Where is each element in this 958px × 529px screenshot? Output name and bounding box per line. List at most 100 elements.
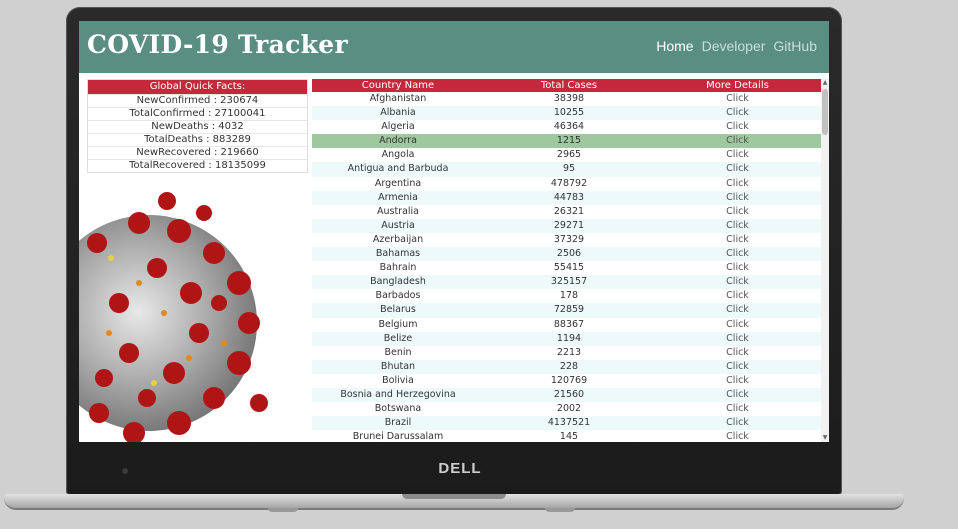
facts-header: Global Quick Facts:	[88, 80, 307, 94]
total-cases-cell: 55415	[553, 262, 585, 274]
total-cases-cell: 44783	[553, 191, 585, 203]
details-link[interactable]: Click	[654, 233, 821, 247]
table-row[interactable]: Afghanistan 38398 Click	[312, 92, 821, 107]
details-link[interactable]: Click	[654, 148, 821, 162]
table-row[interactable]: Armenia 44783 Click	[312, 190, 821, 205]
table-row[interactable]: Bahamas 2506 Click	[312, 247, 821, 262]
country-name-cell: Belarus	[380, 304, 416, 316]
scroll-thumb[interactable]	[822, 89, 828, 135]
table-row[interactable]: Argentina 478792 Click	[312, 176, 821, 191]
col-country-name[interactable]: Country Name	[312, 79, 484, 92]
country-name-cell: Armenia	[378, 191, 418, 203]
details-link[interactable]: Click	[654, 402, 821, 416]
total-cases-cell: 38398	[553, 93, 585, 104]
table-scrollbar[interactable]: ▲ ▼	[821, 79, 829, 442]
table-row[interactable]: Brazil 4137521 Click	[312, 416, 821, 431]
fact-total-confirmed: TotalConfirmed : 27100041	[88, 107, 307, 120]
page-title: COVID-19 Tracker	[87, 30, 348, 59]
details-link[interactable]: Click	[654, 177, 821, 191]
details-link[interactable]: Click	[654, 388, 821, 402]
table-row[interactable]: Bosnia and Herzegovina 21560 Click	[312, 387, 821, 403]
browser-viewport: COVID-19 Tracker Home Developer GitHub G…	[79, 21, 829, 442]
scroll-up-icon[interactable]: ▲	[821, 79, 829, 87]
details-link[interactable]: Click	[654, 332, 821, 346]
table-row[interactable]: Angola 2965 Click	[312, 148, 821, 163]
table-row[interactable]: Benin 2213 Click	[312, 345, 821, 360]
table-row[interactable]: Belize 1194 Click	[312, 331, 821, 346]
total-cases-cell: 2002	[556, 403, 582, 415]
country-name-cell: Barbados	[375, 290, 421, 302]
table-row[interactable]: Albania 10255 Click	[312, 106, 821, 121]
country-name-cell: Bhutan	[380, 360, 416, 372]
nav-github[interactable]: GitHub	[773, 38, 817, 54]
scroll-down-icon[interactable]: ▼	[821, 434, 829, 442]
total-cases-cell: 10255	[553, 107, 585, 119]
details-link[interactable]: Click	[654, 162, 821, 176]
details-link[interactable]: Click	[654, 289, 821, 303]
total-cases-cell: 4137521	[547, 417, 591, 429]
table-row[interactable]: Barbados 178 Click	[312, 289, 821, 304]
details-link[interactable]: Click	[654, 360, 821, 374]
details-link[interactable]: Click	[654, 318, 821, 332]
table-row[interactable]: Algeria 46364 Click	[312, 120, 821, 135]
total-cases-cell: 120769	[550, 374, 588, 386]
country-name-cell: Angola	[381, 149, 415, 161]
country-name-cell: Argentina	[374, 177, 422, 189]
fact-new-confirmed: NewConfirmed : 230674	[88, 94, 307, 107]
total-cases-cell: 178	[559, 290, 579, 302]
table-row[interactable]: Bahrain 55415 Click	[312, 261, 821, 276]
nav-home[interactable]: Home	[656, 38, 693, 54]
table-row[interactable]: Austria 29271 Click	[312, 218, 821, 233]
table-row[interactable]: Belarus 72859 Click	[312, 303, 821, 318]
details-link[interactable]: Click	[654, 303, 821, 317]
col-total-cases[interactable]: Total Cases	[484, 79, 654, 92]
brand-logo: DELL	[438, 460, 482, 477]
details-link[interactable]: Click	[654, 191, 821, 205]
details-link[interactable]: Click	[654, 416, 821, 430]
nav-developer[interactable]: Developer	[702, 38, 766, 54]
total-cases-cell: 325157	[550, 276, 588, 288]
table-row[interactable]: Antigua and Barbuda 95 Click	[312, 162, 821, 177]
laptop-foot	[268, 508, 298, 512]
details-link[interactable]: Click	[654, 205, 821, 219]
table-row[interactable]: Belgium 88367 Click	[312, 317, 821, 332]
table-row[interactable]: Azerbaijan 37329 Click	[312, 232, 821, 248]
country-name-cell: Australia	[376, 205, 420, 217]
country-name-cell: Belize	[383, 332, 413, 344]
fact-total-deaths: TotalDeaths : 883289	[88, 133, 307, 146]
webcam-icon	[122, 468, 128, 474]
table-row[interactable]: Botswana 2002 Click	[312, 402, 821, 417]
table-row[interactable]: Australia 26321 Click	[312, 204, 821, 219]
details-link[interactable]: Click	[654, 374, 821, 388]
total-cases-cell: 21560	[553, 388, 585, 400]
col-more-details[interactable]: More Details	[654, 79, 821, 92]
details-link[interactable]: Click	[654, 275, 821, 289]
details-link[interactable]: Click	[654, 106, 821, 120]
table-row[interactable]: Bolivia 120769 Click	[312, 373, 821, 388]
table-row[interactable]: Brunei Darussalam 145 Click	[312, 430, 821, 442]
table-row[interactable]: Bhutan 228 Click	[312, 359, 821, 374]
total-cases-cell: 1194	[556, 332, 582, 344]
table-row[interactable]: Andorra 1215 Click	[312, 134, 821, 149]
details-link[interactable]: Click	[654, 92, 821, 106]
total-cases-cell: 228	[559, 360, 579, 372]
table-header: Country Name Total Cases More Details	[312, 79, 821, 92]
country-name-cell: Algeria	[381, 121, 415, 133]
details-link[interactable]: Click	[654, 261, 821, 275]
details-link[interactable]: Click	[654, 120, 821, 134]
laptop-foot	[545, 508, 575, 512]
details-link[interactable]: Click	[654, 134, 821, 148]
details-link[interactable]: Click	[654, 219, 821, 233]
top-navbar: COVID-19 Tracker Home Developer GitHub	[79, 21, 829, 73]
total-cases-cell: 26321	[553, 205, 585, 217]
table-row[interactable]: Bangladesh 325157 Click	[312, 275, 821, 290]
country-name-cell: Andorra	[379, 135, 417, 147]
country-name-cell: Botswana	[374, 403, 422, 415]
global-facts-panel: Global Quick Facts: NewConfirmed : 23067…	[87, 79, 308, 173]
laptop-notch	[402, 494, 506, 499]
details-link[interactable]: Click	[654, 346, 821, 360]
details-link[interactable]: Click	[654, 430, 821, 442]
details-link[interactable]: Click	[654, 247, 821, 261]
country-name-cell: Brazil	[384, 417, 412, 429]
total-cases-cell: 72859	[553, 304, 585, 316]
